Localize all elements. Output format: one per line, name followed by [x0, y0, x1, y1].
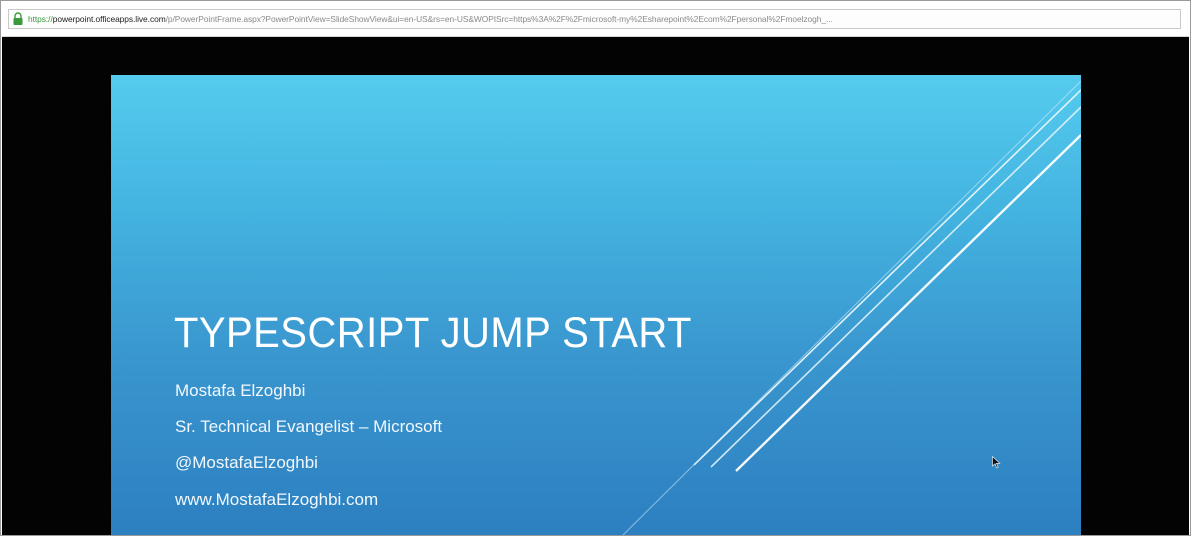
author-role: Sr. Technical Evangelist – Microsoft — [175, 417, 443, 436]
author-website: www.MostafaElzoghbi.com — [175, 490, 379, 509]
url-text: https://powerpoint.officeapps.live.com/p… — [28, 14, 833, 24]
decorative-line — [622, 80, 1081, 535]
slideshow-viewport[interactable]: TYPESCRIPT JUMP START Mostafa Elzoghbi S… — [2, 37, 1189, 535]
url-path: /p/PowerPointFrame.aspx?PowerPointView=S… — [165, 14, 833, 24]
address-bar: https://powerpoint.officeapps.live.com/p… — [2, 2, 1189, 37]
author-handle: @MostafaElzoghbi — [175, 453, 318, 472]
browser-window: https://powerpoint.officeapps.live.com/p… — [0, 0, 1191, 536]
lock-icon — [13, 12, 23, 25]
slide-title: TYPESCRIPT JUMP START — [174, 309, 692, 357]
author-name: Mostafa Elzoghbi — [175, 381, 306, 400]
url-field[interactable]: https://powerpoint.officeapps.live.com/p… — [8, 9, 1181, 29]
url-scheme: https:// — [28, 14, 53, 24]
url-host: powerpoint.officeapps.live.com — [52, 14, 166, 24]
decorative-line — [735, 134, 1081, 472]
mouse-pointer-icon — [992, 456, 1001, 469]
slide[interactable]: TYPESCRIPT JUMP START Mostafa Elzoghbi S… — [111, 75, 1081, 535]
decorative-line — [710, 106, 1081, 468]
decorative-line — [701, 94, 1077, 458]
